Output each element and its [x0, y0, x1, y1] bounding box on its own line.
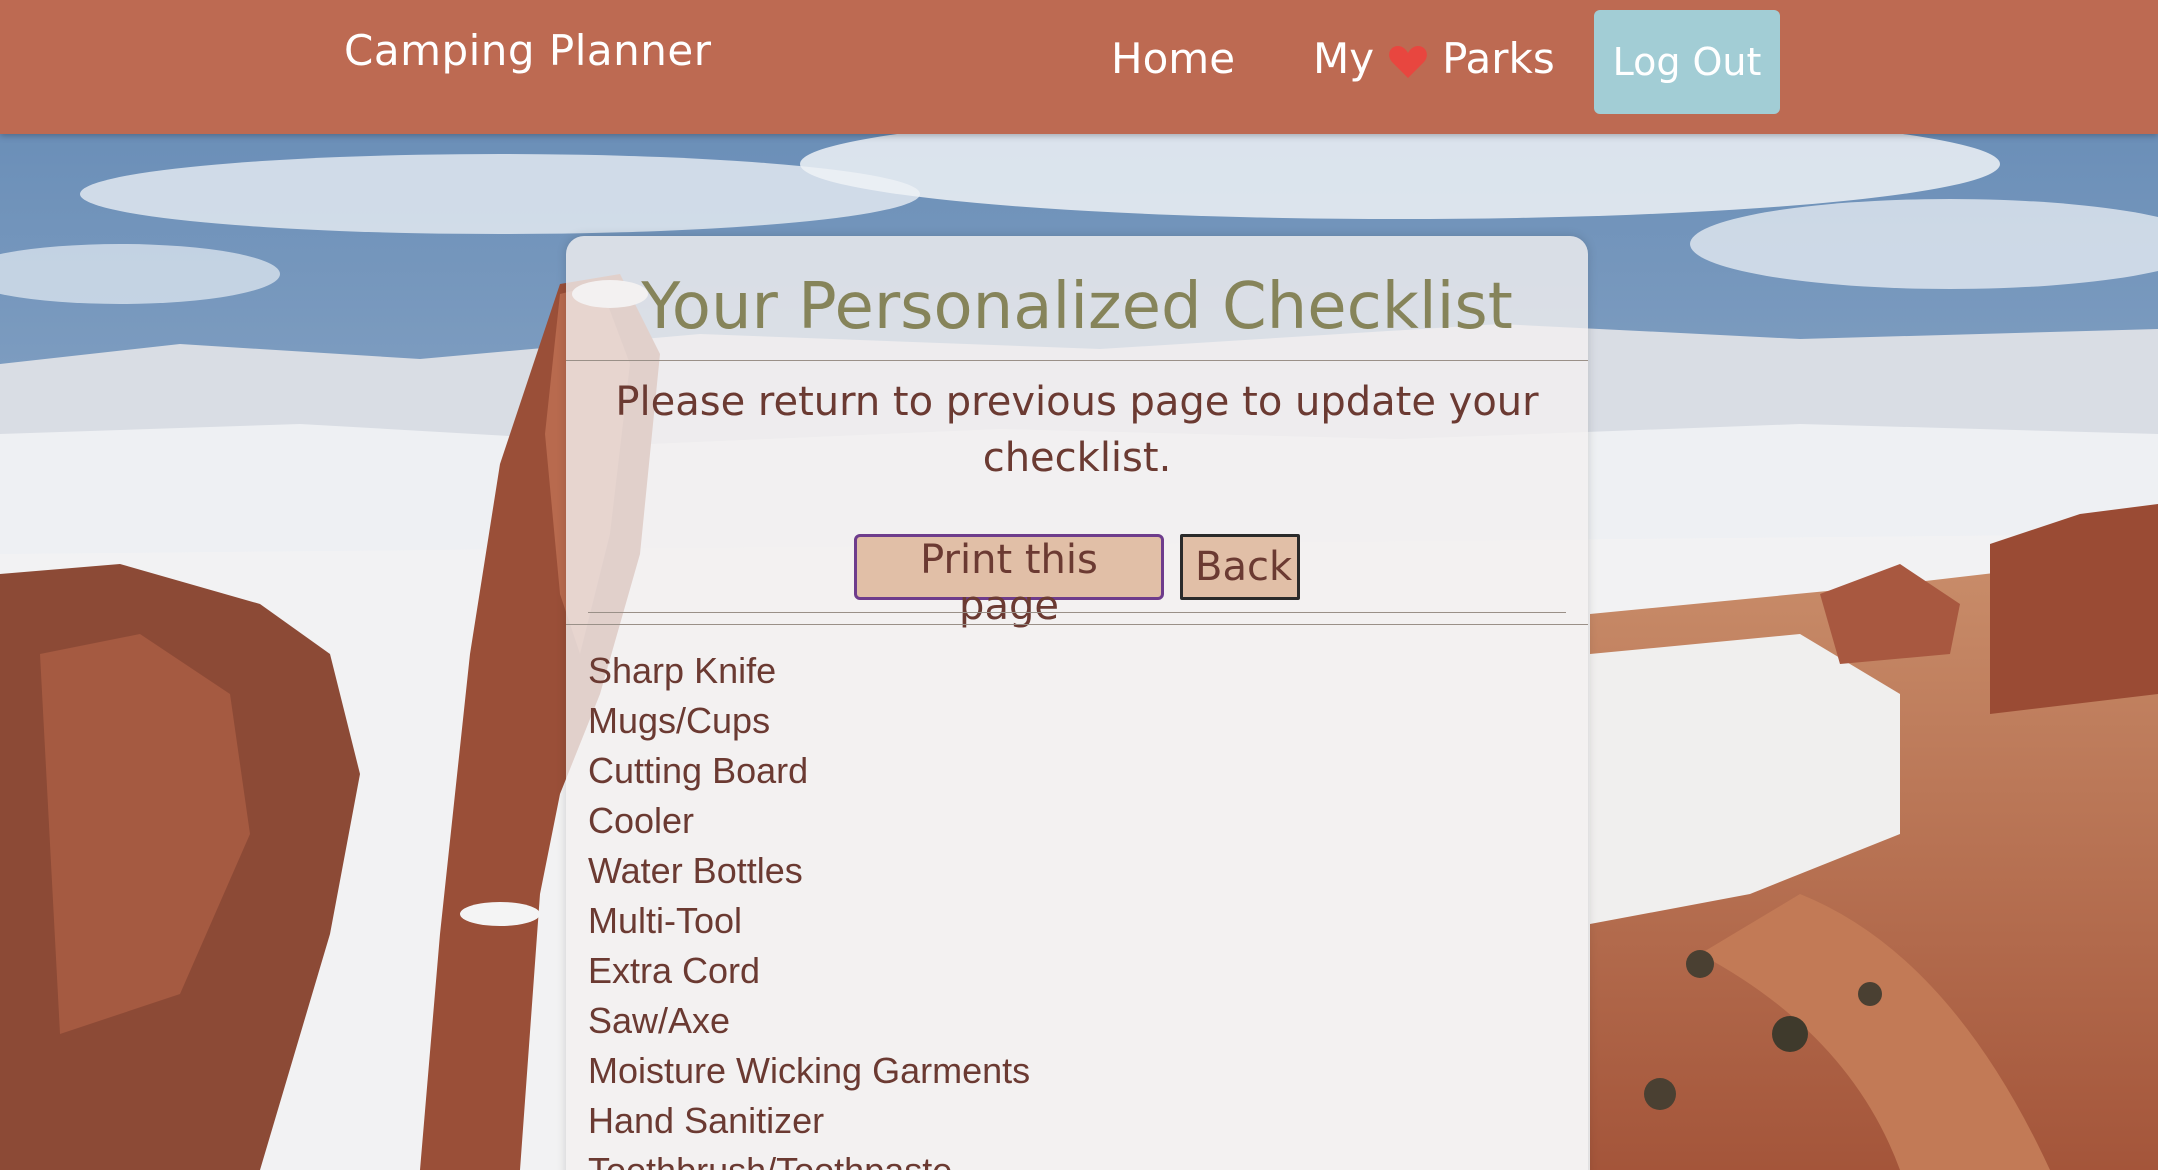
checklist-item: Moisture Wicking Garments — [588, 1050, 1031, 1091]
checklist-item: Extra Cord — [588, 950, 761, 991]
print-page-button[interactable]: Print this page — [854, 534, 1164, 629]
checklist-instructions: Please return to previous page to update… — [615, 379, 1539, 481]
checklist-item: Multi-Tool — [588, 900, 743, 941]
checklist-item: Saw/Axe — [588, 1000, 731, 1041]
divider — [566, 624, 1588, 625]
checklist-items: Sharp Knife Mugs/Cups Cutting Board Cool… — [588, 646, 1030, 1170]
nav-my-parks-link[interactable]: My Parks — [1313, 34, 1555, 83]
nav-parks-label: Parks — [1442, 34, 1555, 83]
checklist-item: Toothbrush/Toothpaste — [588, 1146, 1030, 1170]
back-button[interactable]: Back — [1180, 534, 1300, 600]
nav-my-label: My — [1313, 34, 1375, 83]
top-navbar: Camping Planner Home My Parks Log Out — [0, 0, 2158, 134]
checklist-item: Cooler — [588, 800, 695, 841]
divider — [566, 360, 1588, 361]
logout-button[interactable]: Log Out — [1594, 10, 1780, 114]
checklist-item: Water Bottles — [588, 850, 803, 891]
checklist-title: Your Personalized Checklist — [641, 270, 1513, 344]
heart-icon — [1388, 41, 1428, 78]
divider — [588, 612, 1566, 613]
checklist-item: Cutting Board — [588, 750, 809, 791]
checklist-actions: Print this page Back — [566, 534, 1588, 629]
checklist-item: Mugs/Cups — [588, 700, 771, 741]
checklist-item: Sharp Knife — [588, 650, 777, 691]
checklist-card: Your Personalized Checklist Please retur… — [566, 236, 1588, 1170]
nav-home-link[interactable]: Home — [1111, 34, 1235, 83]
checklist-item: Hand Sanitizer — [588, 1100, 825, 1141]
brand-link[interactable]: Camping Planner — [344, 26, 712, 75]
